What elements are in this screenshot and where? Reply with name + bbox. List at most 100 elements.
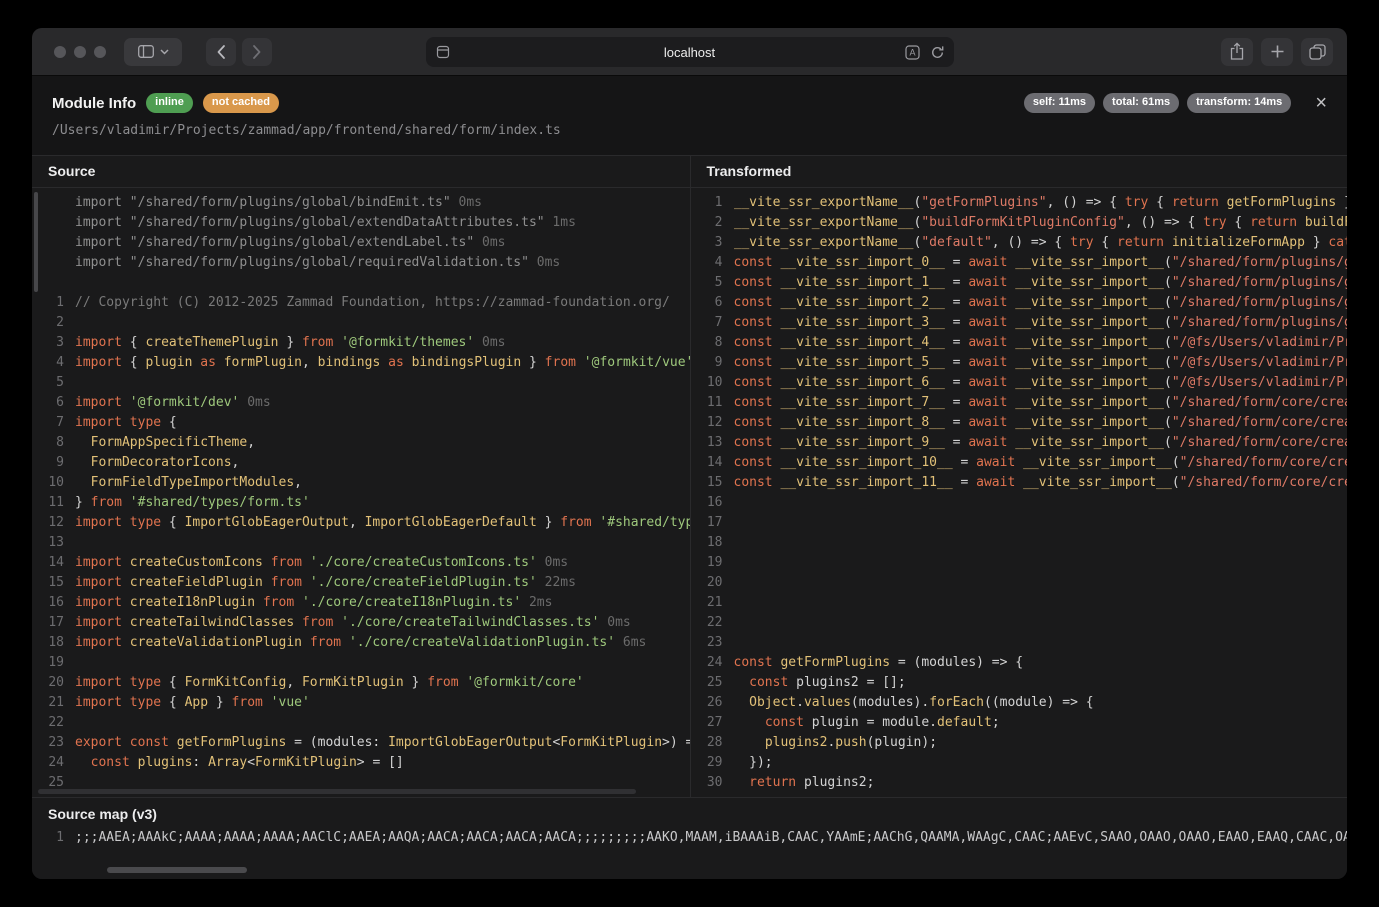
line-content <box>734 573 1348 593</box>
line-content <box>75 713 690 733</box>
code-line: 2 <box>32 313 690 333</box>
source-panel-title: Source <box>32 156 690 188</box>
code-panels: Source import "/shared/form/plugins/glob… <box>32 155 1347 797</box>
code-line: 18 <box>691 533 1348 553</box>
line-number: 12 <box>32 513 64 533</box>
code-line: 15import createFieldPlugin from './core/… <box>32 573 690 593</box>
line-content <box>75 273 690 293</box>
line-content: __vite_ssr_exportName__("getFormPlugins"… <box>734 193 1348 213</box>
share-button[interactable] <box>1221 38 1253 66</box>
new-tab-button[interactable] <box>1261 38 1293 66</box>
line-content: const __vite_ssr_import_9__ = await __vi… <box>734 433 1348 453</box>
line-content <box>734 553 1348 573</box>
traffic-light-minimize[interactable] <box>74 46 86 58</box>
tab-overview-button[interactable] <box>1301 38 1333 66</box>
source-horizontal-scrollbar[interactable] <box>38 789 636 794</box>
line-number: 23 <box>32 733 64 753</box>
line-content: const plugins2 = []; <box>734 673 1348 693</box>
code-line: 16 <box>691 493 1348 513</box>
line-content: import "/shared/form/plugins/global/requ… <box>75 253 690 273</box>
share-icon <box>1229 42 1245 61</box>
line-content <box>734 633 1348 653</box>
back-button[interactable] <box>206 38 236 66</box>
line-number: 24 <box>32 753 64 773</box>
forward-button[interactable] <box>242 38 272 66</box>
source-code[interactable]: import "/shared/form/plugins/global/bind… <box>32 188 690 797</box>
line-content: import type { <box>75 413 690 433</box>
code-line: 1// Copyright (C) 2012-2025 Zammad Found… <box>32 293 690 313</box>
line-content: const __vite_ssr_import_10__ = await __v… <box>734 453 1348 473</box>
code-line: 8const __vite_ssr_import_4__ = await __v… <box>691 333 1348 353</box>
line-content <box>75 313 690 333</box>
self-time-badge: self: 11ms <box>1024 93 1095 112</box>
line-number: 29 <box>691 753 723 773</box>
page-content: Module Info inline not cached self: 11ms… <box>32 76 1347 879</box>
code-line: 27 const plugin = module.default; <box>691 713 1348 733</box>
code-line: import "/shared/form/plugins/global/requ… <box>32 253 690 273</box>
line-content: import "/shared/form/plugins/global/exte… <box>75 233 690 253</box>
code-line: 5const __vite_ssr_import_1__ = await __v… <box>691 273 1348 293</box>
translate-icon[interactable]: A <box>905 45 920 60</box>
line-content: const getFormPlugins = (modules) => { <box>734 653 1348 673</box>
line-number: 21 <box>691 593 723 613</box>
transformed-code[interactable]: 1__vite_ssr_exportName__("getFormPlugins… <box>691 188 1348 797</box>
line-content: import { plugin as formPlugin, bindings … <box>75 353 690 373</box>
page-title: Module Info <box>52 95 136 112</box>
traffic-light-close[interactable] <box>54 46 66 58</box>
code-line: 11const __vite_ssr_import_7__ = await __… <box>691 393 1348 413</box>
code-line: 20 <box>691 573 1348 593</box>
line-number: 25 <box>691 673 723 693</box>
line-number: 3 <box>691 233 723 253</box>
line-number: 14 <box>691 453 723 473</box>
code-line: 25 const plugins2 = []; <box>691 673 1348 693</box>
line-content: import { createThemePlugin } from '@form… <box>75 333 690 353</box>
line-number: 3 <box>32 333 64 353</box>
line-content <box>734 613 1348 633</box>
line-content: const __vite_ssr_import_5__ = await __vi… <box>734 353 1348 373</box>
close-icon[interactable]: × <box>1315 94 1327 112</box>
line-number: 7 <box>691 313 723 333</box>
line-number: 12 <box>691 413 723 433</box>
traffic-light-zoom[interactable] <box>94 46 106 58</box>
sourcemap-mappings: ;;;AAEA;AAAkC;AAAA;AAAA;AAAA;AAClC;AAEA;… <box>75 828 1347 848</box>
line-number: 22 <box>691 613 723 633</box>
line-content: const plugins: Array<FormKitPlugin> = [] <box>75 753 690 773</box>
sourcemap-horizontal-scrollbar[interactable] <box>107 867 247 873</box>
line-number: 2 <box>32 313 64 333</box>
line-content: const __vite_ssr_import_0__ = await __vi… <box>734 253 1348 273</box>
code-line: 30 return plugins2; <box>691 773 1348 793</box>
plus-icon <box>1270 44 1285 59</box>
line-content <box>75 533 690 553</box>
line-number: 22 <box>32 713 64 733</box>
line-number: 13 <box>32 533 64 553</box>
reload-icon[interactable] <box>930 45 945 60</box>
line-number: 19 <box>32 653 64 673</box>
browser-window: localhost A <box>32 28 1347 879</box>
line-content: FormFieldTypeImportModules, <box>75 473 690 493</box>
code-line: 13 <box>32 533 690 553</box>
code-line: import "/shared/form/plugins/global/bind… <box>32 193 690 213</box>
line-number: 8 <box>32 433 64 453</box>
sidebar-toggle-button[interactable] <box>124 38 182 66</box>
line-content: __vite_ssr_exportName__("default", () =>… <box>734 233 1348 253</box>
code-line: 3 __vite_ssr_exportName__("default", () =… <box>691 233 1348 253</box>
line-content: const __vite_ssr_import_4__ = await __vi… <box>734 333 1348 353</box>
line-number: 15 <box>32 573 64 593</box>
code-line <box>32 273 690 293</box>
line-number: 2 <box>691 213 723 233</box>
transformed-panel: Transformed 1__vite_ssr_exportName__("ge… <box>690 156 1348 797</box>
source-vertical-scrollbar[interactable] <box>34 192 38 292</box>
module-title-row: Module Info inline not cached self: 11ms… <box>52 92 1327 114</box>
code-line: 2__vite_ssr_exportName__("buildFormKitPl… <box>691 213 1348 233</box>
line-number: 9 <box>691 353 723 373</box>
code-line: 19 <box>691 553 1348 573</box>
address-bar[interactable]: localhost A <box>426 37 954 67</box>
line-content <box>75 373 690 393</box>
code-line: 4const __vite_ssr_import_0__ = await __v… <box>691 253 1348 273</box>
sourcemap-section: Source map (v3) 1 ;;;AAEA;AAAkC;AAAA;AAA… <box>32 797 1347 879</box>
code-line: 20import type { FormKitConfig, FormKitPl… <box>32 673 690 693</box>
line-content: const __vite_ssr_import_2__ = await __vi… <box>734 293 1348 313</box>
code-line: 23 <box>691 633 1348 653</box>
line-number: 26 <box>691 693 723 713</box>
line-number: 20 <box>691 573 723 593</box>
